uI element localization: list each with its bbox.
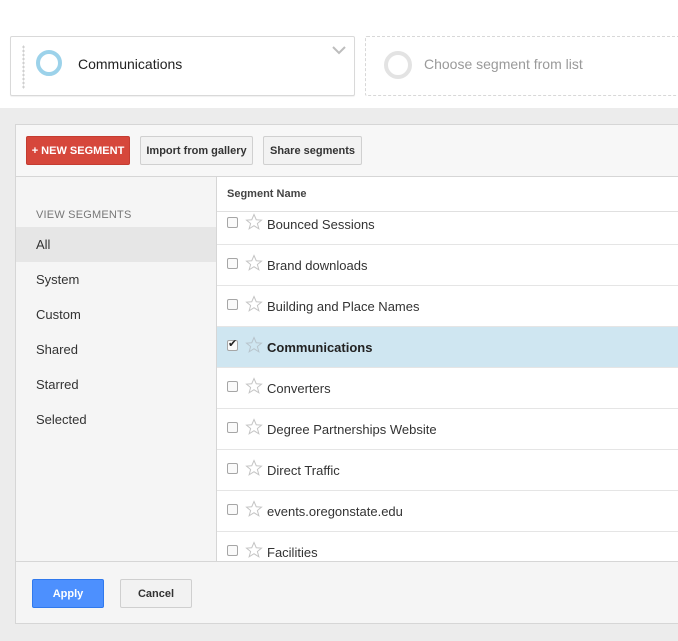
segment-name: Degree Partnerships Website (267, 422, 437, 437)
checkbox-icon[interactable] (227, 381, 238, 392)
list-item-selected[interactable]: ✔ Communications (217, 327, 678, 368)
sidebar-item-shared[interactable]: Shared (16, 332, 216, 367)
sidebar-item-custom[interactable]: Custom (16, 297, 216, 332)
checkmark-icon: ✔ (228, 338, 238, 350)
view-segments-heading: VIEW SEGMENTS (36, 209, 132, 221)
share-segments-button[interactable]: Share segments (263, 136, 362, 165)
segment-name: Facilities (267, 545, 318, 560)
segment-picker-panel: + NEW SEGMENT Import from gallery Share … (15, 124, 678, 624)
checkbox-icon[interactable] (227, 258, 238, 269)
list-item[interactable]: events.oregonstate.edu (217, 491, 678, 532)
import-from-gallery-button[interactable]: Import from gallery (140, 136, 253, 165)
star-outline-icon[interactable] (245, 213, 263, 231)
checkbox-icon[interactable] (227, 504, 238, 515)
empty-segment-slot[interactable]: Choose segment from list (365, 36, 678, 96)
sidebar-item-selected[interactable]: Selected (16, 402, 216, 437)
checkbox-icon[interactable]: ✔ (227, 338, 238, 351)
segment-toolbar: + NEW SEGMENT Import from gallery Share … (16, 125, 678, 177)
checkbox-icon[interactable] (227, 299, 238, 310)
active-segment-label: Communications (78, 56, 183, 72)
segment-name: Building and Place Names (267, 299, 420, 314)
checkbox-icon[interactable] (227, 545, 238, 556)
segment-name-column-header[interactable]: Segment Name (227, 188, 306, 200)
segment-name: Communications (267, 340, 373, 355)
star-outline-icon[interactable] (245, 295, 263, 313)
segment-ring-icon (36, 50, 62, 76)
list-item[interactable]: Building and Place Names (217, 286, 678, 327)
star-outline-icon[interactable] (245, 418, 263, 436)
view-segments-sidebar: VIEW SEGMENTS All System Custom Shared S… (16, 177, 217, 561)
checkbox-icon[interactable] (227, 463, 238, 474)
list-item[interactable]: Degree Partnerships Website (217, 409, 678, 450)
apply-button[interactable]: Apply (32, 579, 104, 608)
list-item[interactable]: Brand downloads (217, 245, 678, 286)
segment-name: Brand downloads (267, 258, 368, 273)
new-segment-button[interactable]: + NEW SEGMENT (26, 136, 130, 165)
segment-ring-icon (384, 51, 412, 79)
segment-name: events.oregonstate.edu (267, 504, 403, 519)
cancel-button[interactable]: Cancel (120, 579, 192, 608)
drag-handle-icon[interactable] (22, 45, 25, 89)
star-outline-icon[interactable] (245, 541, 263, 559)
segment-list-header[interactable]: Segment Name (217, 177, 678, 212)
list-item[interactable]: Direct Traffic (217, 450, 678, 491)
segment-list[interactable]: Bounced Sessions Brand downloads Buildin… (217, 177, 678, 561)
active-segment-card[interactable]: Communications (10, 36, 355, 96)
list-item[interactable]: Facilities (217, 532, 678, 561)
list-item[interactable]: Converters (217, 368, 678, 409)
sidebar-item-starred[interactable]: Starred (16, 367, 216, 402)
star-outline-icon[interactable] (245, 336, 263, 354)
segment-name: Bounced Sessions (267, 217, 375, 232)
sidebar-item-system[interactable]: System (16, 262, 216, 297)
segment-rows: Bounced Sessions Brand downloads Buildin… (217, 177, 678, 561)
checkbox-icon[interactable] (227, 217, 238, 228)
segment-name: Direct Traffic (267, 463, 340, 478)
checkbox-icon[interactable] (227, 422, 238, 433)
star-outline-icon[interactable] (245, 459, 263, 477)
sidebar-item-all[interactable]: All (16, 227, 216, 262)
star-outline-icon[interactable] (245, 377, 263, 395)
star-outline-icon[interactable] (245, 254, 263, 272)
choose-segment-placeholder: Choose segment from list (424, 56, 583, 72)
segment-picker-footer: Apply Cancel (16, 561, 678, 623)
segment-name: Converters (267, 381, 331, 396)
chevron-down-icon[interactable] (332, 45, 346, 55)
star-outline-icon[interactable] (245, 500, 263, 518)
